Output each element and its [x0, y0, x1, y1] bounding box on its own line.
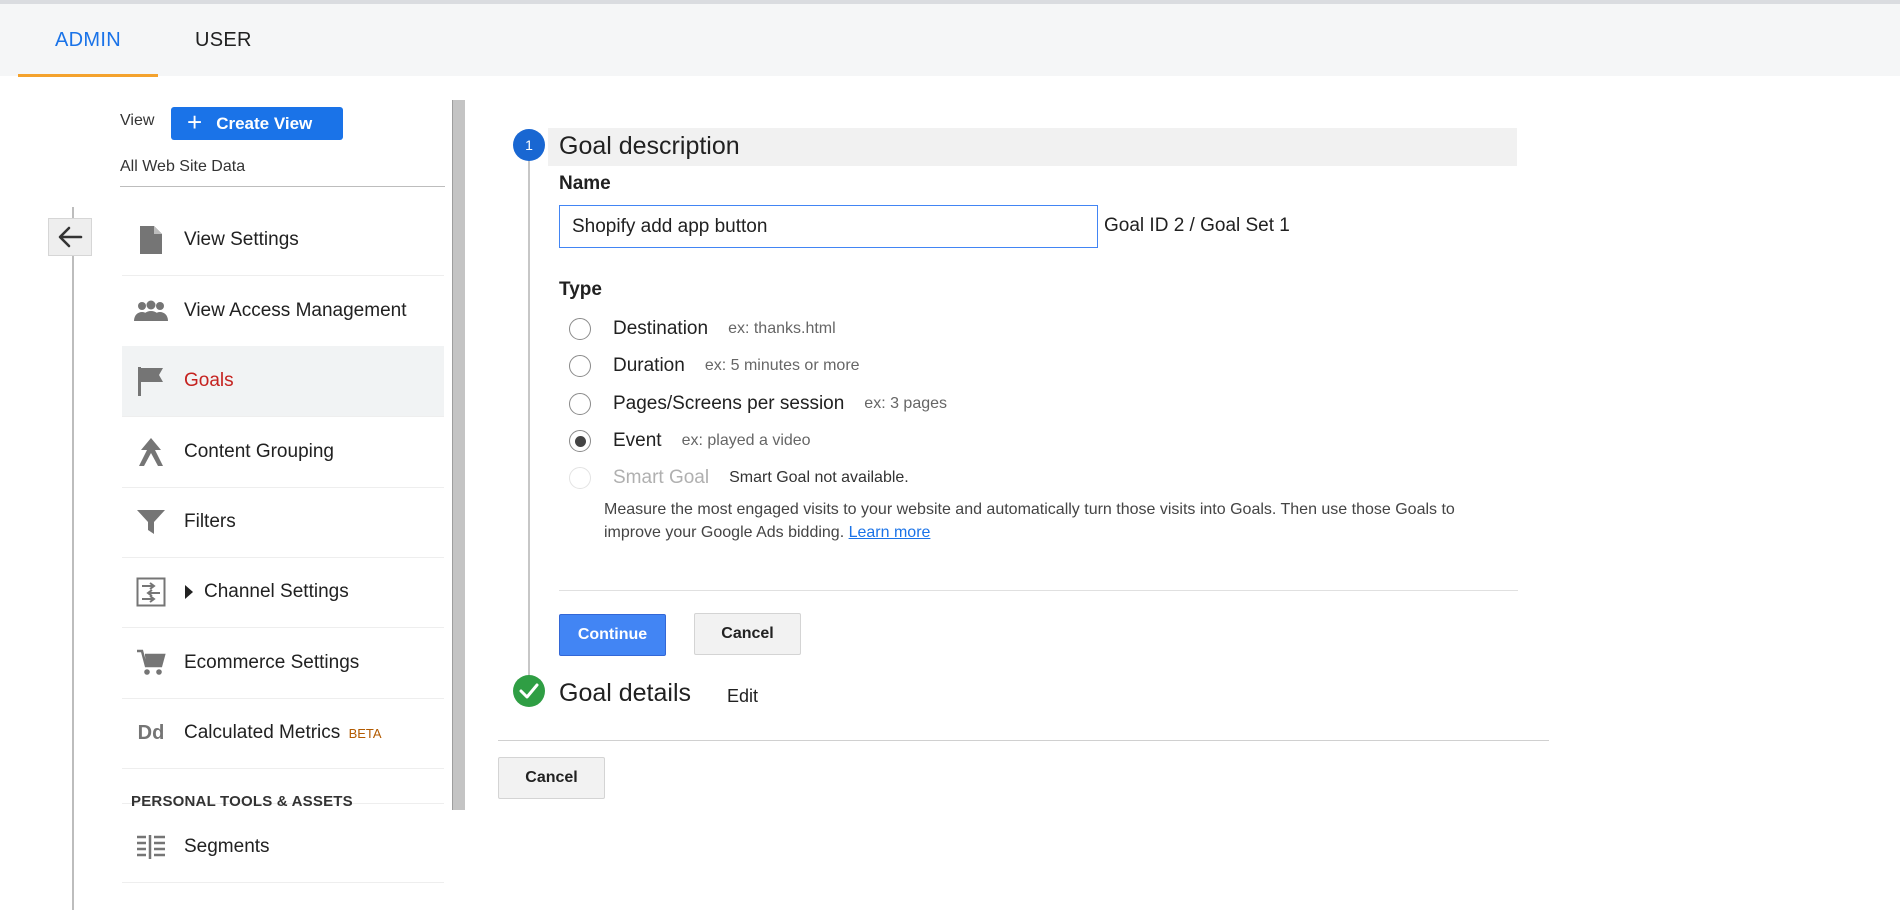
- create-view-label: Create View: [216, 113, 313, 133]
- caret-right-icon: [185, 584, 193, 599]
- radio-example: ex: thanks.html: [728, 320, 836, 337]
- radio-example: ex: 3 pages: [864, 395, 948, 412]
- step-connector-line: [528, 160, 530, 680]
- sidebar-item-label: Channel Settings: [184, 581, 349, 603]
- radio-label: Pages/Screens per session: [613, 393, 845, 414]
- sidebar-item-label: View Settings: [184, 229, 299, 250]
- cancel-button[interactable]: Cancel: [694, 613, 801, 655]
- create-view-button[interactable]: + Create View: [171, 107, 343, 140]
- people-icon: [134, 294, 168, 328]
- sidebar-item-view-settings[interactable]: View Settings: [122, 205, 444, 276]
- sidebar-item-label: Ecommerce Settings: [184, 652, 360, 673]
- goal-details-title: Goal details: [559, 679, 692, 707]
- form-divider: [559, 590, 1518, 591]
- view-selector[interactable]: All Web Site Data: [120, 158, 245, 176]
- radio-example: ex: played a video: [681, 432, 811, 449]
- learn-more-link[interactable]: Learn more: [849, 524, 931, 541]
- type-label: Type: [559, 279, 602, 300]
- step-title: Goal description: [559, 132, 740, 160]
- view-selector-underline: [120, 186, 445, 187]
- name-label: Name: [559, 173, 611, 194]
- content-grouping-icon: [134, 435, 168, 469]
- cart-icon: [134, 646, 168, 680]
- segments-icon: [134, 830, 168, 864]
- sidebar-item-ecommerce-settings[interactable]: Ecommerce Settings: [122, 628, 444, 699]
- filter-icon: [134, 505, 168, 539]
- bottom-cancel-button[interactable]: Cancel: [498, 757, 605, 799]
- checkmark-icon: [519, 683, 539, 699]
- document-icon: [134, 223, 168, 257]
- admin-tab-bar: ADMIN USER: [0, 4, 1900, 77]
- sidebar-item-label: Goals: [184, 370, 234, 391]
- goal-type-pages-per-session[interactable]: Pages/Screens per session ex: 3 pages: [569, 390, 947, 418]
- radio-label: Smart Goal: [613, 467, 710, 488]
- calculated-metrics-text: Calculated Metrics: [184, 722, 341, 743]
- arrow-left-icon: [58, 226, 83, 248]
- radio-label: Duration: [613, 355, 685, 376]
- channel-settings-icon: [134, 575, 168, 609]
- sidebar-item-filters[interactable]: Filters: [122, 487, 444, 558]
- radio-button-selected[interactable]: [569, 430, 591, 452]
- flag-icon: [134, 364, 168, 398]
- goal-id-text: Goal ID 2 / Goal Set 1: [1104, 215, 1290, 236]
- sidebar-item-label: Filters: [184, 511, 236, 532]
- sidebar-scrollbar[interactable]: [452, 100, 465, 810]
- sidebar-item-content-grouping[interactable]: Content Grouping: [122, 417, 444, 488]
- sidebar-item-calculated-metrics[interactable]: Dd Calculated Metrics BETA: [122, 698, 444, 769]
- radio-button-disabled: [569, 467, 591, 489]
- sidebar-item-view-access-management[interactable]: View Access Management: [122, 276, 444, 347]
- radio-label: Destination: [613, 318, 709, 339]
- smart-goal-unavailable: Smart Goal not available.: [729, 469, 909, 486]
- dd-icon: Dd: [137, 721, 165, 744]
- edit-link[interactable]: Edit: [727, 686, 758, 707]
- tab-admin[interactable]: ADMIN: [18, 4, 158, 77]
- section-heading: PERSONAL TOOLS & ASSETS: [131, 793, 353, 810]
- view-label: View: [120, 112, 155, 129]
- sidebar-item-segments[interactable]: Segments: [122, 812, 444, 883]
- sidebar-item-label: Segments: [184, 836, 270, 857]
- smart-goal-description-text: Measure the most engaged visits to your …: [604, 501, 1455, 541]
- bottom-divider: [498, 740, 1549, 741]
- radio-label: Event: [613, 430, 662, 451]
- radio-button[interactable]: [569, 393, 591, 415]
- sidebar-item-label: View Access Management: [184, 300, 407, 321]
- sidebar-item-label: Content Grouping: [184, 441, 334, 462]
- sidebar-item-goals[interactable]: Goals: [122, 346, 444, 417]
- goal-type-event[interactable]: Event ex: played a video: [569, 427, 811, 455]
- radio-button[interactable]: [569, 318, 591, 340]
- sidebar-item-label: Calculated Metrics BETA: [184, 722, 382, 744]
- goal-type-destination[interactable]: Destination ex: thanks.html: [569, 315, 836, 343]
- plus-icon: +: [187, 107, 203, 137]
- sidebar-item-channel-settings[interactable]: Channel Settings: [122, 557, 444, 628]
- channel-settings-text: Channel Settings: [204, 581, 349, 602]
- step-number-badge: 1: [513, 129, 545, 161]
- radio-example: ex: 5 minutes or more: [704, 357, 860, 374]
- goal-name-input[interactable]: [559, 205, 1098, 248]
- smart-goal-description: Measure the most engaged visits to your …: [604, 498, 1504, 544]
- sidebar-timeline: [72, 207, 74, 910]
- radio-button[interactable]: [569, 355, 591, 377]
- goal-type-smart-goal: Smart Goal Smart Goal not available.: [569, 464, 909, 492]
- continue-button[interactable]: Continue: [559, 614, 666, 656]
- beta-badge: BETA: [348, 726, 382, 741]
- back-button[interactable]: [48, 218, 92, 256]
- goal-type-duration[interactable]: Duration ex: 5 minutes or more: [569, 352, 860, 380]
- tab-user[interactable]: USER: [195, 4, 252, 76]
- step-complete-badge: [513, 675, 545, 707]
